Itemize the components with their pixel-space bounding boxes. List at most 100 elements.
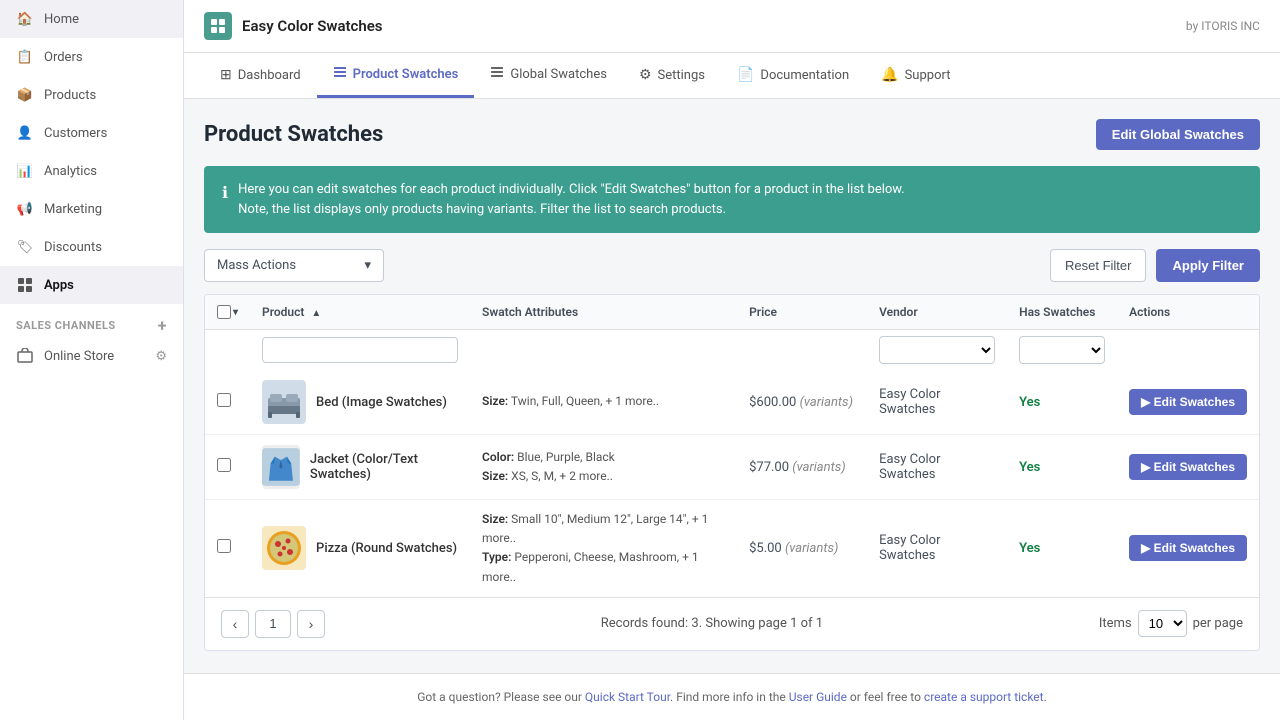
user-guide-link[interactable]: User Guide [789,690,847,704]
items-label: Items [1099,616,1132,631]
row-checkbox-1[interactable] [217,393,231,407]
actions-cell-3: ▶ Edit Swatches [1117,500,1259,597]
sidebar-item-home[interactable]: 🏠 Home [0,0,183,38]
apps-icon [16,276,34,294]
dashboard-tab-icon: ⊞ [220,67,232,83]
per-page-select[interactable]: 10 25 50 [1138,610,1187,637]
table-header-checkbox: ▾ [205,295,250,330]
product-image-3 [262,526,306,570]
sales-channels-label: SALES CHANNELS [16,319,116,332]
sidebar-item-products[interactable]: 📦 Products [0,76,183,114]
vendor-cell-2: Easy Color Swatches [867,435,1007,500]
row-checkbox-3[interactable] [217,539,231,553]
has-swatches-filter-select[interactable]: Yes No [1019,336,1105,364]
quick-start-tour-link[interactable]: Quick Start Tour [585,690,670,704]
add-sales-channel-icon[interactable]: + [158,316,167,335]
tab-settings[interactable]: ⚙ Settings [623,55,721,98]
tab-product-swatches[interactable]: Product Swatches [317,53,475,98]
documentation-tab-icon: 📄 [737,67,754,83]
settings-tab-icon: ⚙ [639,67,652,83]
edit-swatches-button-3[interactable]: ▶ Edit Swatches [1129,535,1247,561]
online-store-settings-icon[interactable]: ⚙ [155,349,167,364]
marketing-icon: 📢 [16,200,34,218]
info-text-line1: Here you can edit swatches for each prod… [238,180,905,200]
footer-text-suffix: . [1044,690,1047,704]
product-filter-input[interactable] [262,337,458,363]
pagination-row: ‹ › Records found: 3. Showing page 1 of … [205,597,1259,650]
table-header-product: Product ▲ [250,295,470,330]
product-cell-2: Jacket (Color/Text Swatches) [250,435,470,500]
sidebar-item-orders[interactable]: 📋 Orders [0,38,183,76]
info-icon: ℹ [222,181,228,205]
actions-cell-2: ▶ Edit Swatches [1117,435,1259,500]
tab-global-swatches-label: Global Swatches [510,67,607,82]
tab-dashboard[interactable]: ⊞ Dashboard [204,55,317,98]
tab-dashboard-label: Dashboard [238,68,301,83]
swatch-attrs-cell-3: Size: Small 10", Medium 12", Large 14", … [470,500,737,597]
tab-global-swatches[interactable]: Global Swatches [474,53,623,98]
table-filter-row: Yes No [205,330,1259,371]
tab-support[interactable]: 🔔 Support [865,55,966,98]
checkbox-dropdown-icon[interactable]: ▾ [233,307,238,318]
edit-swatches-button-1[interactable]: ▶ Edit Swatches [1129,389,1247,415]
support-tab-icon: 🔔 [881,67,898,83]
product-cell-1: Bed (Image Swatches) [250,370,470,435]
sidebar-item-discounts[interactable]: 🏷 Discounts [0,228,183,266]
product-image-2 [262,445,300,489]
app-title: Easy Color Swatches [242,17,383,35]
app-header: Easy Color Swatches by ITORIS INC [184,0,1280,53]
page-number-input[interactable] [255,610,291,638]
vendor-filter-select[interactable] [879,336,995,364]
edit-global-swatches-button[interactable]: Edit Global Swatches [1096,119,1260,150]
page-title: Product Swatches [204,122,383,147]
actions-cell-1: ▶ Edit Swatches [1117,370,1259,435]
table-header-actions: Actions [1117,295,1259,330]
per-page-label: per page [1193,616,1243,631]
page-header: Product Swatches Edit Global Swatches [204,119,1260,150]
prev-page-button[interactable]: ‹ [221,610,249,638]
info-banner: ℹ Here you can edit swatches for each pr… [204,166,1260,233]
tab-documentation-label: Documentation [760,68,849,83]
global-swatches-tab-icon [490,65,504,83]
sales-channels-section: SALES CHANNELS + [0,304,183,339]
table-row: Jacket (Color/Text Swatches) Color: Blue… [205,435,1259,500]
analytics-icon: 📊 [16,162,34,180]
reset-filter-button[interactable]: Reset Filter [1050,249,1146,282]
app-logo [204,12,232,40]
online-store-label: Online Store [44,349,114,364]
vendor-cell-3: Easy Color Swatches [867,500,1007,597]
nav-tabs: ⊞ Dashboard Product Swatches Global Swat… [184,53,1280,99]
edit-swatches-button-2[interactable]: ▶ Edit Swatches [1129,454,1247,480]
has-swatches-cell-1: Yes [1007,370,1117,435]
table-row: Bed (Image Swatches) Size: Twin, Full, Q… [205,370,1259,435]
table-header-vendor: Vendor [867,295,1007,330]
sidebar-item-marketing[interactable]: 📢 Marketing [0,190,183,228]
sidebar-item-apps[interactable]: Apps [0,266,183,304]
select-all-checkbox[interactable] [217,305,231,319]
product-sort-icon[interactable]: ▲ [311,308,321,319]
main-content: Easy Color Swatches by ITORIS INC ⊞ Dash… [184,0,1280,720]
sidebar-item-analytics[interactable]: 📊 Analytics [0,152,183,190]
sidebar-item-label: Home [44,12,79,27]
sidebar-item-customers[interactable]: 👤 Customers [0,114,183,152]
swatch-attrs-cell-1: Size: Twin, Full, Queen, + 1 more.. [470,370,737,435]
sidebar-item-label: Customers [44,126,107,141]
online-store-icon [16,347,34,365]
table-header-swatch-attributes: Swatch Attributes [470,295,737,330]
info-text-line2: Note, the list displays only products ha… [238,200,905,220]
mass-actions-dropdown[interactable]: Mass Actions ▾ [204,249,384,282]
tab-documentation[interactable]: 📄 Documentation [721,55,865,98]
tab-product-swatches-label: Product Swatches [353,67,459,82]
footer-text-mid: . Find more info in the [670,690,789,704]
row-checkbox-2[interactable] [217,458,231,472]
support-ticket-link[interactable]: create a support ticket [924,690,1044,704]
sidebar: 🏠 Home 📋 Orders 📦 Products 👤 Customers 📊… [0,0,184,720]
sidebar-item-online-store[interactable]: Online Store ⚙ [0,339,183,373]
apply-filter-button[interactable]: Apply Filter [1156,249,1260,282]
sidebar-item-label: Orders [44,50,83,65]
table-row: Pizza (Round Swatches) Size: Small 10", … [205,500,1259,597]
sidebar-item-label: Apps [44,278,74,293]
filter-row: Mass Actions ▾ Reset Filter Apply Filter [204,249,1260,282]
next-page-button[interactable]: › [297,610,325,638]
footer-text-prefix: Got a question? Please see our [417,690,585,704]
